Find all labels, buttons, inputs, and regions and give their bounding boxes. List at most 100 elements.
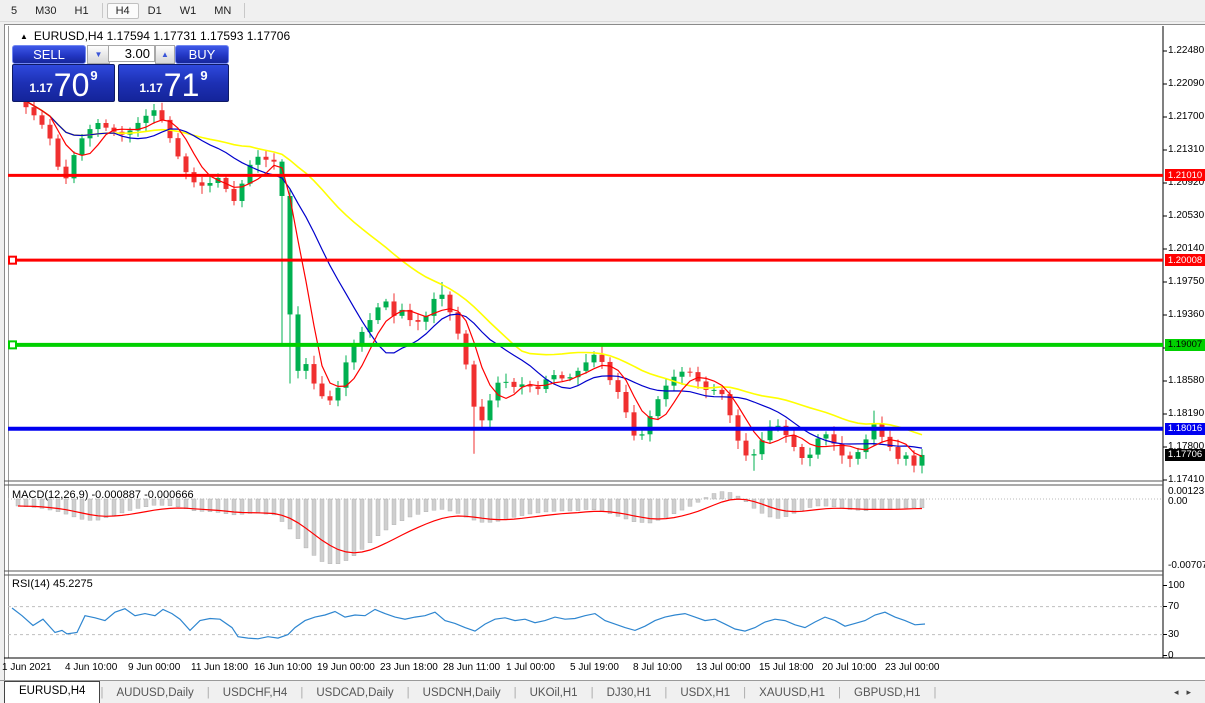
chart-tab-xauusd[interactable]: XAUUSD,H1 <box>746 684 838 702</box>
time-axis-tick: 23 Jun 18:00 <box>380 662 438 673</box>
rsi-axis-tick: 100 <box>1168 580 1185 591</box>
macd-axis-tick: 0.00 <box>1168 496 1187 507</box>
chart-tab-gbpusd[interactable]: GBPUSD,H1 <box>841 684 933 702</box>
macd-axis-tick: -0.00707 <box>1168 560 1205 571</box>
buy-price-box[interactable]: 1.17 71 9 <box>118 64 229 102</box>
candle <box>488 394 493 429</box>
chart-tab-usdcnh[interactable]: USDCNH,Daily <box>410 684 514 702</box>
buy-price-sup: 9 <box>200 68 207 83</box>
candle <box>200 177 205 194</box>
chart-tab-bar: EURUSD,H4|AUDUSD,Daily|USDCHF,H4|USDCAD,… <box>0 680 1205 703</box>
candle <box>416 313 421 330</box>
candle <box>64 160 69 184</box>
volume-down-button[interactable]: ▼ <box>87 45 110 64</box>
sell-button[interactable]: SELL <box>12 45 86 64</box>
candle <box>344 355 349 396</box>
time-axis-tick: 9 Jun 00:00 <box>128 662 180 673</box>
candles-group <box>16 86 925 474</box>
price-axis-tick: 1.20530 <box>1168 210 1204 221</box>
candle <box>688 368 693 377</box>
tab-scroll-arrows[interactable]: ◂▸ <box>1174 687 1199 698</box>
candle <box>328 391 333 405</box>
candle <box>424 312 429 330</box>
time-axis-tick: 11 Jun 18:00 <box>191 662 248 673</box>
candle <box>240 180 245 207</box>
chart-frame <box>4 26 1205 658</box>
sell-price-box[interactable]: 1.17 70 9 <box>12 64 115 102</box>
chart-tab-usdx[interactable]: USDX,H1 <box>667 684 743 702</box>
time-axis-tick: 4 Jun 10:00 <box>65 662 117 673</box>
price-axis-tick: 1.22480 <box>1168 45 1204 56</box>
candle <box>608 357 613 385</box>
macd-group <box>8 492 1163 564</box>
collapse-arrow-icon[interactable]: ▲ <box>20 32 28 41</box>
candle <box>680 367 685 385</box>
sell-price-sup: 9 <box>90 68 97 83</box>
price-axis-tick: 1.19750 <box>1168 276 1204 287</box>
candle <box>648 410 653 441</box>
time-axis-tick: 20 Jul 10:00 <box>822 662 877 673</box>
chart-title-row: ▲ EURUSD,H4 1.17594 1.17731 1.17593 1.17… <box>20 29 290 43</box>
candle <box>520 377 525 394</box>
buy-price-big: 71 <box>164 70 200 100</box>
chart-tab-dj30[interactable]: DJ30,H1 <box>594 684 665 702</box>
moving-averages-group <box>18 95 922 456</box>
candle <box>288 190 293 384</box>
chart-tab-ukoil[interactable]: UKOil,H1 <box>517 684 591 702</box>
chart-tab-audusd[interactable]: AUDUSD,Daily <box>103 684 206 702</box>
time-axis-tick: 1 Jun 2021 <box>2 662 52 673</box>
chart-tab-eurusd[interactable]: EURUSD,H4 <box>4 681 100 703</box>
candle <box>560 372 565 381</box>
candle <box>304 358 309 379</box>
candle <box>360 327 365 352</box>
candle <box>232 181 237 205</box>
candle <box>408 304 413 326</box>
candle <box>664 378 669 406</box>
candle <box>504 374 509 388</box>
chart-tab-usdchf[interactable]: USDCHF,H4 <box>210 684 301 702</box>
candle <box>744 433 749 461</box>
candle <box>312 356 317 390</box>
candle <box>840 436 845 464</box>
buy-price-small: 1.17 <box>139 81 162 95</box>
time-axis-tick: 15 Jul 18:00 <box>759 662 814 673</box>
candle <box>392 293 397 323</box>
candle <box>864 435 869 459</box>
candle <box>824 431 829 445</box>
candle <box>280 159 285 345</box>
horizontal-lines-group <box>8 175 1163 428</box>
candle <box>584 354 589 374</box>
candle <box>480 399 485 427</box>
volume-input[interactable]: 3.00 <box>108 45 155 62</box>
candle <box>320 376 325 399</box>
candle <box>208 176 213 192</box>
candle <box>624 385 629 418</box>
candle <box>904 452 909 466</box>
price-axis-tick: 1.18580 <box>1168 375 1204 386</box>
hline-price-badge: 1.20008 <box>1165 254 1205 266</box>
candle <box>784 420 789 443</box>
candle <box>48 119 53 145</box>
time-axis-tick: 1 Jul 00:00 <box>506 662 555 673</box>
volume-up-button[interactable]: ▲ <box>155 45 175 64</box>
hline-price-badge: 1.18016 <box>1165 423 1205 435</box>
candle <box>712 384 717 395</box>
candle <box>760 432 765 460</box>
time-axis-tick: 5 Jul 19:00 <box>570 662 619 673</box>
candle <box>792 430 797 451</box>
buy-button[interactable]: BUY <box>175 45 229 64</box>
chart-tab-usdcad[interactable]: USDCAD,Daily <box>303 684 406 702</box>
one-click-trade-panel: SELL ▼ 3.00 ▲ BUY 1.17 70 9 1.17 71 9 <box>12 44 228 101</box>
sell-price-big: 70 <box>54 70 90 100</box>
candle <box>472 361 477 454</box>
candle <box>104 119 109 131</box>
price-axis-tick: 1.22090 <box>1168 78 1204 89</box>
candle <box>136 117 141 137</box>
chart-canvas[interactable] <box>0 0 1205 703</box>
candle <box>896 440 901 465</box>
candle <box>632 405 637 441</box>
price-axis-tick: 1.18190 <box>1168 408 1204 419</box>
candle <box>768 420 773 443</box>
chart-title: EURUSD,H4 1.17594 1.17731 1.17593 1.1770… <box>34 29 290 43</box>
price-axis-tick: 1.21310 <box>1168 144 1204 155</box>
